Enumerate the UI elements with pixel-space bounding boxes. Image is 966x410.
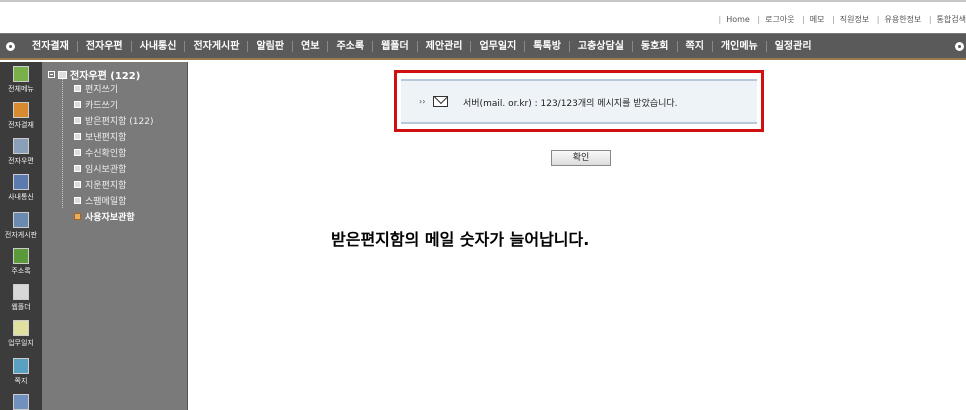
nav-item-yearbook[interactable]: 연보 [293, 41, 329, 52]
board-icon [13, 212, 29, 228]
receive-message: 서버(mail. or.kr) : 123/123개의 메시지를 받았습니다. [463, 99, 678, 109]
confirm-button[interactable]: 확인 [551, 150, 611, 166]
page-icon [74, 197, 81, 204]
memo-link[interactable]: 메모 [810, 15, 825, 24]
sidebar-item-label: 주소록 [11, 267, 31, 275]
page-icon [74, 181, 81, 188]
sidebar-item-journal[interactable]: 업무일지 [0, 320, 42, 348]
webfolder-icon [13, 284, 29, 300]
tree-item-inbox[interactable]: 받은편지함 (122) [74, 114, 153, 127]
sidebar-item-label: 사내통신 [8, 193, 34, 201]
page-icon [74, 165, 81, 172]
sidebar-item-board[interactable]: 전자게시판 [0, 212, 42, 240]
journal-icon [13, 320, 29, 336]
sidebar-item-label: 전자결재 [8, 121, 34, 129]
arrow-icon: ›› [419, 97, 426, 106]
note-icon [13, 358, 29, 374]
collapse-icon[interactable] [48, 71, 55, 78]
tree-connector [62, 78, 63, 208]
sidebar-item-label: 업무일지 [8, 339, 34, 347]
highlight-box: ›› 서버(mail. or.kr) : 123/123개의 메시지를 받았습니… [394, 70, 764, 132]
page-icon [74, 117, 81, 124]
tree-item-trash[interactable]: 지운편지함 [74, 178, 126, 191]
sidebar-item-label: 쪽지 [14, 377, 28, 385]
mail-folder-tree: 전자우편 (122) 편지쓰기 카드쓰기 받은편지함 (122) 보낸편지함 수… [42, 62, 188, 410]
sidebar-item-note[interactable]: 쪽지 [0, 358, 42, 386]
nav-item-personal[interactable]: 개인메뉴 [713, 41, 767, 52]
sidebar-item-approval[interactable]: 전자결재 [0, 102, 42, 130]
nav-right-dot-icon[interactable] [955, 42, 964, 51]
tree-item-card[interactable]: 카드쓰기 [74, 98, 118, 111]
envelope-icon [433, 96, 448, 107]
nav-item-board[interactable]: 전자게시판 [185, 41, 249, 52]
message-icon [13, 174, 29, 190]
nav-item-talk[interactable]: 톡톡방 [525, 41, 570, 52]
home-link[interactable]: Home [726, 15, 750, 24]
receive-notice: ›› 서버(mail. or.kr) : 123/123개의 메시지를 받았습니… [401, 79, 757, 124]
main-nav-items: 전자결재 전자우편 사내통신 전자게시판 알림판 연보 주소록 웹폴더 제안관리… [24, 34, 820, 58]
sidebar-item-mail[interactable]: 전자우편 [0, 138, 42, 166]
folder-icon [58, 70, 67, 79]
sidebar-item-label: 웹폴더 [11, 303, 31, 311]
nav-item-proposal[interactable]: 제안관리 [418, 41, 472, 52]
nav-item-mail[interactable]: 전자우편 [78, 41, 132, 52]
top-links: | Home | 로그아웃 | 메모 | 직원정보 | 유용한정보 | 통합검색 [718, 15, 966, 24]
tree-item-user-folder[interactable]: 사용자보관함 [74, 210, 135, 223]
addressbook-icon [13, 248, 29, 264]
nav-item-approval[interactable]: 전자결재 [24, 41, 78, 52]
page-icon [74, 101, 81, 108]
approval-icon [13, 102, 29, 118]
sidebar-item-label: 전체메뉴 [8, 85, 34, 93]
main-nav-bar: 전자결재 전자우편 사내통신 전자게시판 알림판 연보 주소록 웹폴더 제안관리… [0, 33, 966, 60]
tree-item-compose[interactable]: 편지쓰기 [74, 82, 118, 95]
caption-text: 받은편지함의 메일 숫자가 늘어납니다. [331, 230, 590, 249]
nav-item-journal[interactable]: 업무일지 [471, 41, 526, 52]
nav-item-addressbook[interactable]: 주소록 [328, 41, 374, 52]
tree-item-read-receipt[interactable]: 수신확인함 [74, 146, 126, 159]
sidebar-icon-column: 전체메뉴 전자결재 전자우편 사내통신 전자게시판 주소록 웹폴더 업무일지 쪽… [0, 62, 42, 410]
nav-left-dot-icon [6, 42, 15, 51]
sidebar-item-webfolder[interactable]: 웹폴더 [0, 284, 42, 312]
sidebar-item-label: 전자게시판 [4, 231, 38, 239]
nav-item-club[interactable]: 동호회 [633, 41, 678, 52]
search-link[interactable]: 통합검색 [937, 15, 966, 24]
nav-item-internal-comm[interactable]: 사내통신 [132, 41, 186, 52]
sidebar-item-addressbook[interactable]: 주소록 [0, 248, 42, 276]
nav-item-counsel[interactable]: 고충상담실 [570, 41, 633, 52]
page-icon [74, 149, 81, 156]
logout-link[interactable]: 로그아웃 [765, 15, 794, 24]
page-icon [74, 133, 81, 140]
more-icon [13, 394, 29, 410]
tree-item-spam[interactable]: 스팸메일함 [74, 194, 126, 207]
nav-item-notice[interactable]: 알림판 [248, 41, 294, 52]
tree-item-drafts[interactable]: 임시보관함 [74, 162, 126, 175]
nav-item-note[interactable]: 쪽지 [678, 41, 713, 52]
sidebar-item-internal-comm[interactable]: 사내통신 [0, 174, 42, 202]
sidebar-item-all-menu[interactable]: 전체메뉴 [0, 66, 42, 94]
page-icon [74, 85, 81, 92]
grid-icon [13, 66, 29, 82]
sidebar-item-more[interactable] [0, 394, 42, 410]
nav-item-schedule[interactable]: 일정관리 [767, 41, 820, 52]
staff-info-link[interactable]: 직원정보 [840, 15, 869, 24]
nav-item-webfolder[interactable]: 웹폴더 [373, 41, 418, 52]
tree-root-label: 전자우편 (122) [70, 71, 141, 82]
top-utility-bar: | Home | 로그아웃 | 메모 | 직원정보 | 유용한정보 | 통합검색 [0, 0, 966, 33]
useful-info-link[interactable]: 유용한정보 [884, 15, 921, 24]
sidebar-item-label: 전자우편 [8, 157, 34, 165]
tree-root-mail[interactable]: 전자우편 (122) [48, 67, 140, 82]
mail-icon [13, 138, 29, 154]
tree-item-sent[interactable]: 보낸편지함 [74, 130, 126, 143]
user-folder-icon [74, 213, 81, 220]
